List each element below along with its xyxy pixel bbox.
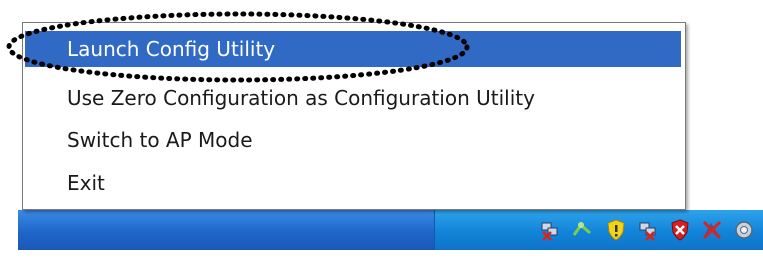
menu-item-switch-to-ap-mode[interactable]: Switch to AP Mode bbox=[25, 122, 681, 158]
wireless-disconnected-icon[interactable] bbox=[701, 219, 723, 241]
tray-context-menu: Launch Config Utility Use Zero Configura… bbox=[22, 22, 686, 210]
security-alert-icon[interactable] bbox=[669, 219, 691, 241]
menu-item-launch-config-utility[interactable]: Launch Config Utility bbox=[25, 31, 681, 67]
taskbar bbox=[18, 210, 763, 250]
network-disconnected-icon-2[interactable] bbox=[637, 219, 659, 241]
network-activity-icon[interactable] bbox=[571, 219, 593, 241]
wireless-utility-icon[interactable] bbox=[733, 219, 755, 241]
security-shield-icon[interactable] bbox=[605, 219, 627, 241]
network-disconnected-icon[interactable] bbox=[539, 219, 561, 241]
menu-item-use-zero-configuration[interactable]: Use Zero Configuration as Configuration … bbox=[25, 80, 681, 116]
system-tray bbox=[434, 210, 763, 250]
menu-item-exit[interactable]: Exit bbox=[25, 165, 681, 201]
